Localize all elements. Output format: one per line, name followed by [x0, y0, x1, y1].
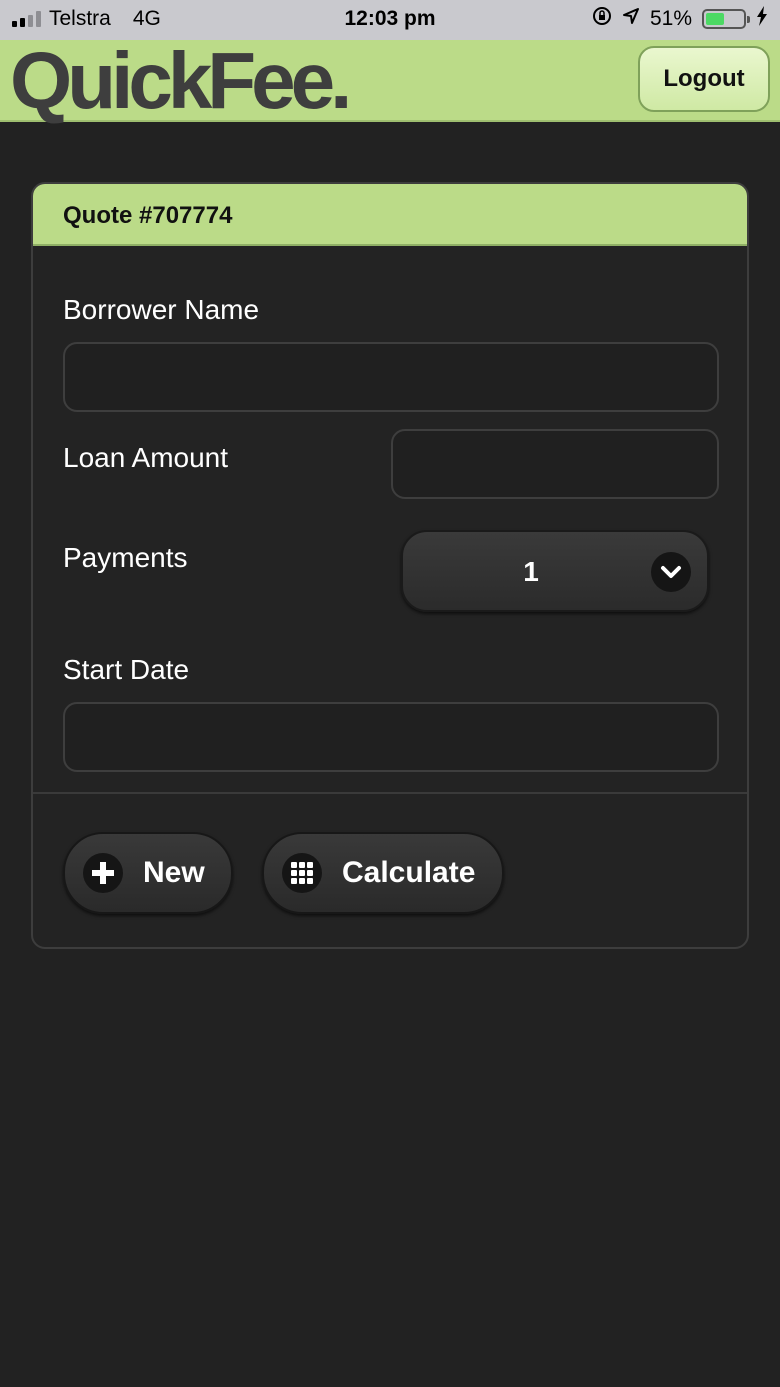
quickfee-logo: QuickFee. — [10, 36, 352, 125]
payments-selected-value: 1 — [523, 556, 539, 587]
grid-icon — [282, 853, 322, 893]
payments-label: Payments — [63, 542, 188, 573]
status-right: 51% — [592, 6, 768, 32]
payments-select[interactable]: 1 — [401, 530, 709, 612]
new-button[interactable]: New — [63, 832, 233, 914]
calculate-button[interactable]: Calculate — [262, 832, 504, 914]
app-header: QuickFee. Logout — [0, 40, 780, 122]
quote-title: Quote #707774 — [33, 184, 747, 246]
chevron-down-icon — [651, 552, 691, 592]
loan-amount-label: Loan Amount — [63, 442, 229, 473]
card-divider — [33, 792, 747, 794]
quote-card: Quote #707774 Borrower Name Loan Amount … — [31, 182, 749, 949]
start-date-input[interactable] — [63, 702, 719, 772]
borrower-name-input[interactable] — [63, 342, 719, 412]
loan-amount-input[interactable] — [391, 429, 719, 499]
logout-button[interactable]: Logout — [638, 46, 770, 112]
borrower-name-label: Borrower Name — [63, 294, 260, 325]
location-arrow-icon — [622, 7, 640, 31]
orientation-lock-icon — [592, 6, 612, 32]
status-bar: Telstra 4G 12:03 pm 51% — [0, 0, 780, 40]
charging-bolt-icon — [756, 6, 768, 32]
plus-icon — [83, 853, 123, 893]
battery-percent: 51% — [649, 7, 692, 30]
start-date-label: Start Date — [63, 654, 190, 685]
calculate-button-label: Calculate — [342, 856, 476, 889]
new-button-label: New — [143, 856, 205, 889]
battery-icon — [702, 9, 750, 29]
